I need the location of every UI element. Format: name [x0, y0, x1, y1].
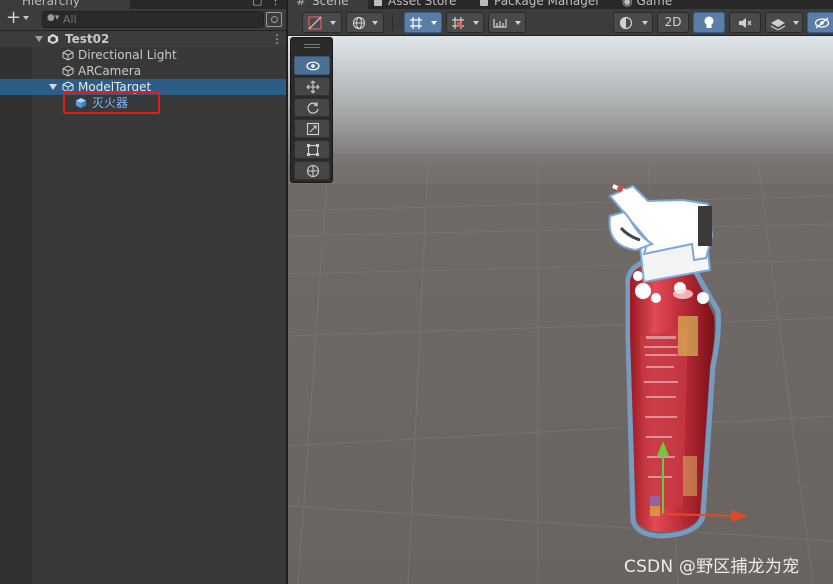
- tab-scene[interactable]: # Scene: [288, 0, 368, 9]
- tab-asset-store-label: Asset Store: [388, 0, 457, 8]
- tools-overlay: [290, 37, 333, 183]
- render-mode-button[interactable]: [613, 12, 653, 33]
- hierarchy-item-label: Directional Light: [78, 48, 177, 62]
- fold-arrow-icon[interactable]: [35, 36, 43, 42]
- move-icon: [306, 80, 320, 94]
- lighting-toggle[interactable]: [693, 12, 725, 33]
- scene-name: Test02: [65, 32, 110, 46]
- toolbar-separator: [392, 14, 393, 31]
- transform-icon: [306, 164, 320, 178]
- sphere-icon: [619, 16, 633, 30]
- move-tool[interactable]: [294, 77, 330, 96]
- hierarchy-toolbar: + ●▾: [0, 7, 287, 31]
- globe-button[interactable]: [346, 12, 384, 33]
- chevron-down-icon: [793, 21, 799, 25]
- ruler-icon: [493, 19, 507, 28]
- hierarchy-search[interactable]: ●▾: [42, 11, 264, 28]
- hierarchy-item-directional-light[interactable]: Directional Light: [0, 47, 287, 63]
- effects-button[interactable]: [765, 12, 803, 33]
- package-icon: [480, 0, 488, 6]
- hierarchy-tab-bar: Hierarchy ▢ ⋮: [0, 0, 287, 9]
- filter-icon[interactable]: [266, 12, 282, 27]
- unity-icon: [47, 33, 59, 45]
- lightbulb-icon: [704, 16, 714, 28]
- cube-icon: [62, 65, 74, 77]
- watermark: CSDN @野区捕龙为宠: [624, 557, 800, 577]
- chevron-down-icon: [642, 21, 648, 25]
- snap-grid-icon: [452, 17, 464, 29]
- hidden-objects-toggle[interactable]: [807, 12, 833, 33]
- tab-package-manager-label: Package Manager: [494, 0, 601, 8]
- mode-2d-label: 2D: [664, 15, 682, 29]
- grid-snap-button[interactable]: [404, 12, 442, 33]
- annotation-highlight-box: [63, 91, 160, 114]
- kebab-icon[interactable]: ⋮: [270, 0, 281, 8]
- rect-tool[interactable]: [294, 140, 330, 159]
- rect-icon: [307, 144, 319, 156]
- scene-toolbar: 2D: [288, 9, 833, 36]
- hierarchy-item-arcamera[interactable]: ARCamera: [0, 63, 287, 79]
- scale-icon: [306, 122, 320, 136]
- tab-game[interactable]: ◉ Game: [622, 0, 672, 9]
- mode-2d-button[interactable]: 2D: [657, 12, 689, 33]
- view-tool[interactable]: [294, 56, 330, 75]
- rotate-icon: [307, 102, 319, 114]
- grid-icon: [410, 17, 422, 29]
- chevron-down-icon: [23, 16, 29, 20]
- transform-tool[interactable]: [294, 161, 330, 180]
- scene-tab-bar: # Scene Asset Store Package Manager ◉ Gam…: [288, 0, 833, 9]
- effects-icon: [770, 19, 786, 30]
- scene-root-row[interactable]: Test02 ⋮: [0, 31, 287, 47]
- scene-viewport[interactable]: [288, 36, 833, 584]
- chevron-down-icon: [431, 21, 437, 25]
- scene-view-render: [288, 36, 833, 584]
- kebab-icon[interactable]: ⋮: [271, 31, 283, 47]
- store-icon: [374, 0, 382, 6]
- tab-game-label: Game: [636, 0, 673, 8]
- tab-scene-label: Scene: [312, 0, 349, 8]
- shaded-icon: [308, 16, 322, 30]
- globe-icon: [352, 16, 366, 30]
- plus-icon: +: [6, 7, 22, 28]
- snap-increment-button[interactable]: [446, 12, 484, 33]
- tab-asset-store[interactable]: Asset Store: [374, 0, 456, 9]
- hierarchy-item-label: ARCamera: [78, 64, 142, 78]
- search-icon: ●▾: [47, 13, 60, 23]
- hierarchy-gutter: [0, 31, 32, 584]
- lock-icon[interactable]: ▢: [252, 0, 262, 8]
- scale-tool[interactable]: [294, 119, 330, 138]
- chevron-down-icon: [473, 21, 479, 25]
- chevron-down-icon: [515, 21, 521, 25]
- gamepad-icon: ◉: [622, 0, 633, 8]
- chevron-down-icon: [330, 21, 336, 25]
- fold-arrow-icon[interactable]: [49, 84, 57, 90]
- add-object-button[interactable]: +: [4, 7, 34, 29]
- audio-toggle[interactable]: [729, 12, 761, 33]
- audio-icon: [739, 18, 752, 28]
- search-input[interactable]: [63, 12, 253, 27]
- chevron-down-icon: [372, 21, 378, 25]
- eye-slash-icon: [814, 17, 830, 29]
- rotate-tool[interactable]: [294, 98, 330, 117]
- draw-mode-button[interactable]: [302, 12, 342, 33]
- tab-package-manager[interactable]: Package Manager: [480, 0, 600, 9]
- hash-icon: #: [296, 0, 307, 8]
- hierarchy-panel: Hierarchy ▢ ⋮ + ●▾ Test02 ⋮ Directional …: [0, 0, 287, 584]
- ruler-button[interactable]: [488, 12, 526, 33]
- tab-hierarchy-label: Hierarchy: [22, 0, 81, 8]
- drag-handle[interactable]: [304, 44, 320, 48]
- eye-icon: [306, 61, 320, 71]
- cube-icon: [62, 49, 74, 61]
